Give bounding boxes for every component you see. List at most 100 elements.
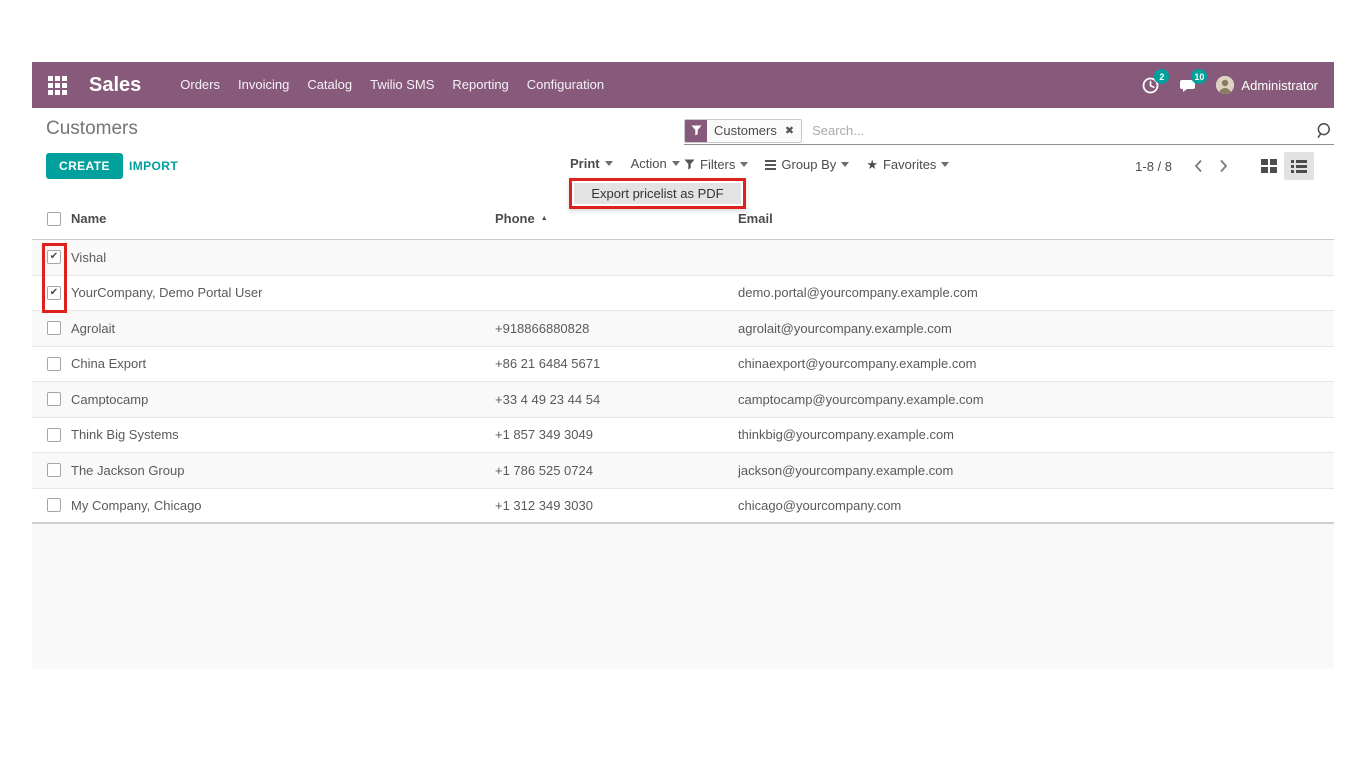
menu-twilio-sms[interactable]: Twilio SMS xyxy=(361,62,443,108)
table-row[interactable]: My Company, Chicago +1 312 349 3030 chic… xyxy=(32,489,1334,525)
menu-invoicing[interactable]: Invoicing xyxy=(229,62,298,108)
kanban-view-button[interactable] xyxy=(1254,152,1284,180)
table-row[interactable]: China Export +86 21 6484 5671 chinaexpor… xyxy=(32,347,1334,383)
pager-range: 1-8 / 8 xyxy=(1135,159,1172,174)
funnel-icon xyxy=(684,159,695,170)
user-menu[interactable]: Administrator xyxy=(1216,76,1318,94)
kanban-icon xyxy=(1261,159,1277,173)
column-header-email[interactable]: Email xyxy=(738,211,1334,226)
menu-configuration[interactable]: Configuration xyxy=(518,62,613,108)
table-row[interactable]: YourCompany, Demo Portal User demo.porta… xyxy=(32,276,1334,312)
table-row[interactable]: Agrolait +918866880828 agrolait@yourcomp… xyxy=(32,311,1334,347)
select-all-checkbox[interactable] xyxy=(47,212,61,226)
row-name: Vishal xyxy=(71,250,495,265)
group-by-icon xyxy=(765,160,776,170)
row-name: Think Big Systems xyxy=(71,427,495,442)
row-name: Agrolait xyxy=(71,321,495,336)
row-checkbox[interactable] xyxy=(47,250,61,264)
pager-zone: 1-8 / 8 xyxy=(1135,152,1314,180)
row-checkbox[interactable] xyxy=(47,463,61,477)
main-menu: Orders Invoicing Catalog Twilio SMS Repo… xyxy=(171,62,613,108)
menu-reporting[interactable]: Reporting xyxy=(443,62,517,108)
row-email: demo.portal@yourcompany.example.com xyxy=(738,285,1334,300)
print-action-group: Print Action xyxy=(570,156,680,171)
filters-label: Filters xyxy=(700,157,735,172)
group-by-dropdown-toggle[interactable]: Group By xyxy=(765,157,849,172)
row-phone: +918866880828 xyxy=(495,321,738,336)
search-facet-customers: Customers ✖ xyxy=(684,119,802,143)
row-name: The Jackson Group xyxy=(71,463,495,478)
user-name: Administrator xyxy=(1241,78,1318,93)
row-checkbox[interactable] xyxy=(47,498,61,512)
row-checkbox[interactable] xyxy=(47,392,61,406)
row-phone: +1 786 525 0724 xyxy=(495,463,738,478)
row-name: YourCompany, Demo Portal User xyxy=(71,285,495,300)
list-view-empty-area xyxy=(32,524,1334,669)
table-row[interactable]: Vishal xyxy=(32,240,1334,276)
chevron-right-icon xyxy=(1219,159,1228,173)
facet-label: Customers xyxy=(707,120,784,142)
systray: 2 10 Administrator xyxy=(1140,75,1318,95)
row-name: China Export xyxy=(71,356,495,371)
search-input[interactable] xyxy=(810,122,1315,139)
table-row[interactable]: The Jackson Group +1 786 525 0724 jackso… xyxy=(32,453,1334,489)
row-phone: +1 312 349 3030 xyxy=(495,498,738,513)
row-email: camptocamp@yourcompany.example.com xyxy=(738,392,1334,407)
chevron-down-icon xyxy=(941,162,949,167)
row-checkbox[interactable] xyxy=(47,286,61,300)
export-pricelist-pdf-menu-item[interactable]: Export pricelist as PDF xyxy=(574,183,741,204)
odoo-app-window: Sales Orders Invoicing Catalog Twilio SM… xyxy=(32,62,1334,672)
avatar xyxy=(1216,76,1234,94)
app-name[interactable]: Sales xyxy=(89,74,141,97)
row-phone: +1 857 349 3049 xyxy=(495,427,738,442)
chevron-down-icon xyxy=(740,162,748,167)
search-magnifier-icon[interactable] xyxy=(1315,122,1332,139)
row-email: jackson@yourcompany.example.com xyxy=(738,463,1334,478)
search-bar: Customers ✖ xyxy=(684,117,1334,145)
chevron-down-icon xyxy=(672,161,680,166)
table-row[interactable]: Think Big Systems +1 857 349 3049 thinkb… xyxy=(32,418,1334,454)
import-button[interactable]: IMPORT xyxy=(129,159,178,173)
messages-badge: 10 xyxy=(1191,69,1207,84)
favorites-dropdown-toggle[interactable]: ★ Favorites xyxy=(866,157,949,172)
messages-chat-icon[interactable]: 10 xyxy=(1178,75,1198,95)
column-header-name[interactable]: Name xyxy=(71,211,106,226)
pager-previous-button[interactable] xyxy=(1186,155,1211,177)
column-header-phone[interactable]: Phone ▲ xyxy=(495,211,738,226)
table-row[interactable]: Camptocamp +33 4 49 23 44 54 camptocamp@… xyxy=(32,382,1334,418)
create-button[interactable]: CREATE xyxy=(46,153,123,179)
control-panel: Customers Customers ✖ CREATE IMPORT Pri xyxy=(32,108,1334,198)
chevron-down-icon xyxy=(605,161,613,166)
filters-dropdown-toggle[interactable]: Filters xyxy=(684,157,748,172)
sort-ascending-icon: ▲ xyxy=(541,215,548,222)
row-email: chicago@yourcompany.com xyxy=(738,498,1334,513)
menu-catalog[interactable]: Catalog xyxy=(298,62,361,108)
row-checkbox[interactable] xyxy=(47,321,61,335)
annotation-box-export-pricelist: Export pricelist as PDF xyxy=(569,178,746,209)
table-body: Vishal YourCompany, Demo Portal User dem… xyxy=(32,240,1334,524)
favorites-label: Favorites xyxy=(883,157,936,172)
row-email: chinaexport@yourcompany.example.com xyxy=(738,356,1334,371)
list-view-button[interactable] xyxy=(1284,152,1314,180)
top-navbar: Sales Orders Invoicing Catalog Twilio SM… xyxy=(32,62,1334,108)
view-switcher xyxy=(1254,152,1314,180)
activity-clock-icon[interactable]: 2 xyxy=(1140,75,1160,95)
row-name: My Company, Chicago xyxy=(71,498,495,513)
chevron-down-icon xyxy=(841,162,849,167)
customers-list-view: Name Phone ▲ Email Vishal YourCompany, D… xyxy=(32,198,1334,669)
row-phone: +33 4 49 23 44 54 xyxy=(495,392,738,407)
action-label: Action xyxy=(631,156,667,171)
chevron-left-icon xyxy=(1194,159,1203,173)
row-checkbox[interactable] xyxy=(47,428,61,442)
action-dropdown-toggle[interactable]: Action xyxy=(631,156,680,171)
menu-orders[interactable]: Orders xyxy=(171,62,229,108)
facet-remove-icon[interactable]: ✖ xyxy=(784,120,801,142)
pager-next-button[interactable] xyxy=(1211,155,1236,177)
apps-menu-icon[interactable] xyxy=(48,76,67,95)
star-icon: ★ xyxy=(866,158,878,171)
search-options-bar: Filters Group By ★ Favorites xyxy=(684,157,949,172)
row-checkbox[interactable] xyxy=(47,357,61,371)
row-phone: +86 21 6484 5671 xyxy=(495,356,738,371)
breadcrumb: Customers xyxy=(46,118,138,140)
print-dropdown-toggle[interactable]: Print xyxy=(570,156,613,171)
